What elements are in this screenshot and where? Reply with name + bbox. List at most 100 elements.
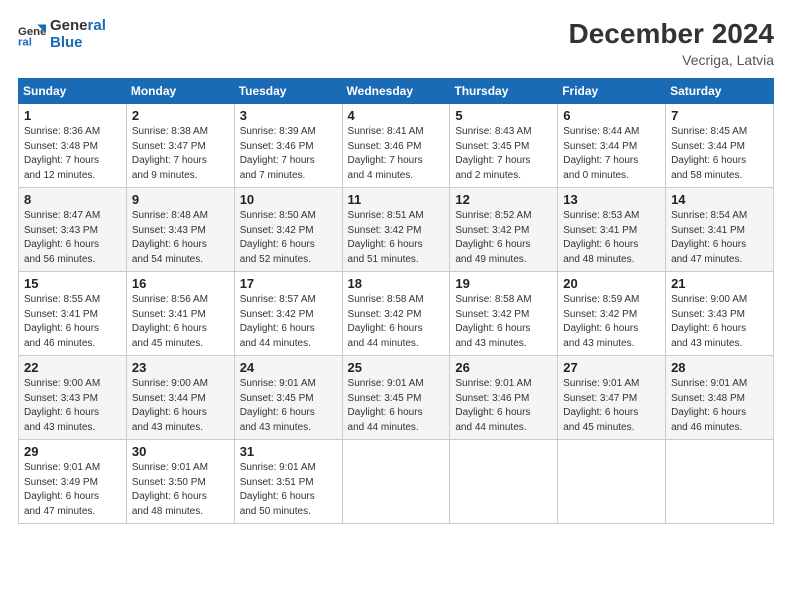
calendar-cell: 6Sunrise: 8:44 AM Sunset: 3:44 PM Daylig… — [558, 104, 666, 188]
day-info: Sunrise: 8:55 AM Sunset: 3:41 PM Dayligh… — [24, 293, 121, 351]
calendar-cell: 21 Sunrise: 9:00 AM Sunset: 3:43 PM Dayli… — [666, 272, 774, 356]
day-number: 22 — [24, 360, 121, 375]
calendar-cell: 11Sunrise: 8:51 AM Sunset: 3:42 PM Dayli… — [342, 188, 450, 272]
calendar-cell: 19 Sunrise: 8:58 AM Sunset: 3:42 PM Dayli… — [450, 272, 558, 356]
day-number: 28 — [671, 360, 768, 375]
day-info: Sunrise: 8:59 AM Sunset: 3:42 PM Dayligh… — [563, 293, 660, 351]
header-saturday: Saturday — [666, 79, 774, 104]
day-info: Sunrise: 9:00 AM Sunset: 3:43 PM Dayligh… — [671, 293, 768, 351]
day-number: 23 — [132, 360, 229, 375]
calendar-cell — [666, 440, 774, 524]
day-number: 20 — [563, 276, 660, 291]
calendar-cell: 25 Sunrise: 9:01 AM Sunset: 3:45 PM Dayli… — [342, 356, 450, 440]
calendar-cell: 3 Sunrise: 8:39 AM Sunset: 3:46 PM Daylig… — [234, 104, 342, 188]
calendar-cell: 5 Sunrise: 8:43 AM Sunset: 3:45 PM Daylig… — [450, 104, 558, 188]
day-info: Sunrise: 9:01 AM Sunset: 3:45 PM Dayligh… — [240, 377, 337, 435]
svg-text:ral: ral — [18, 36, 32, 48]
day-number: 18 — [348, 276, 445, 291]
header-thursday: Thursday — [450, 79, 558, 104]
day-info: Sunrise: 8:45 AM Sunset: 3:44 PM Dayligh… — [671, 125, 768, 183]
calendar-cell: 9Sunrise: 8:48 AM Sunset: 3:43 PM Daylig… — [126, 188, 234, 272]
day-number: 5 — [455, 108, 552, 123]
day-number: 24 — [240, 360, 337, 375]
day-info: Sunrise: 8:47 AM Sunset: 3:43 PM Dayligh… — [24, 209, 121, 267]
day-info: Sunrise: 9:01 AM Sunset: 3:51 PM Dayligh… — [240, 461, 337, 519]
calendar-cell: 15 Sunrise: 8:55 AM Sunset: 3:41 PM Dayli… — [19, 272, 127, 356]
day-number: 30 — [132, 444, 229, 459]
header-friday: Friday — [558, 79, 666, 104]
day-number: 21 — [671, 276, 768, 291]
calendar-cell: 30 Sunrise: 9:01 AM Sunset: 3:50 PM Dayli… — [126, 440, 234, 524]
day-info: Sunrise: 8:52 AM Sunset: 3:42 PM Dayligh… — [455, 209, 552, 267]
calendar-cell: 28 Sunrise: 9:01 AM Sunset: 3:48 PM Dayli… — [666, 356, 774, 440]
day-info: Sunrise: 8:44 AM Sunset: 3:44 PM Dayligh… — [563, 125, 660, 183]
day-info: Sunrise: 8:54 AM Sunset: 3:41 PM Dayligh… — [671, 209, 768, 267]
day-info: Sunrise: 8:43 AM Sunset: 3:45 PM Dayligh… — [455, 125, 552, 183]
day-info: Sunrise: 8:57 AM Sunset: 3:42 PM Dayligh… — [240, 293, 337, 351]
calendar-week-row: 1Sunrise: 8:36 AM Sunset: 3:48 PM Daylig… — [19, 104, 774, 188]
calendar-week-row: 15 Sunrise: 8:55 AM Sunset: 3:41 PM Dayli… — [19, 272, 774, 356]
day-number: 29 — [24, 444, 121, 459]
day-info: Sunrise: 9:01 AM Sunset: 3:45 PM Dayligh… — [348, 377, 445, 435]
day-number: 3 — [240, 108, 337, 123]
calendar-cell: 10 Sunrise: 8:50 AM Sunset: 3:42 PM Dayli… — [234, 188, 342, 272]
day-info: Sunrise: 8:38 AM Sunset: 3:47 PM Dayligh… — [132, 125, 229, 183]
calendar-cell: 12 Sunrise: 8:52 AM Sunset: 3:42 PM Dayli… — [450, 188, 558, 272]
day-info: Sunrise: 8:50 AM Sunset: 3:42 PM Dayligh… — [240, 209, 337, 267]
day-info: Sunrise: 8:53 AM Sunset: 3:41 PM Dayligh… — [563, 209, 660, 267]
day-number: 7 — [671, 108, 768, 123]
calendar-table: Sunday Monday Tuesday Wednesday Thursday… — [18, 78, 774, 524]
calendar-cell — [342, 440, 450, 524]
calendar-week-row: 29 Sunrise: 9:01 AM Sunset: 3:49 PM Dayli… — [19, 440, 774, 524]
calendar-cell: 14 Sunrise: 8:54 AM Sunset: 3:41 PM Dayli… — [666, 188, 774, 272]
page-header: Gene ral GeneralBlue December 2024 Vecri… — [18, 18, 774, 68]
day-number: 12 — [455, 192, 552, 207]
logo-text: GeneralBlue — [50, 18, 106, 51]
day-info: Sunrise: 8:39 AM Sunset: 3:46 PM Dayligh… — [240, 125, 337, 183]
calendar-cell: 23 Sunrise: 9:00 AM Sunset: 3:44 PM Dayli… — [126, 356, 234, 440]
calendar-cell: 31 Sunrise: 9:01 AM Sunset: 3:51 PM Dayli… — [234, 440, 342, 524]
subtitle: Vecriga, Latvia — [569, 52, 774, 68]
day-info: Sunrise: 8:58 AM Sunset: 3:42 PM Dayligh… — [455, 293, 552, 351]
day-number: 10 — [240, 192, 337, 207]
day-info: Sunrise: 8:36 AM Sunset: 3:48 PM Dayligh… — [24, 125, 121, 183]
calendar-cell: 13 Sunrise: 8:53 AM Sunset: 3:41 PM Dayli… — [558, 188, 666, 272]
calendar-cell: 24 Sunrise: 9:01 AM Sunset: 3:45 PM Dayli… — [234, 356, 342, 440]
calendar-cell: 1Sunrise: 8:36 AM Sunset: 3:48 PM Daylig… — [19, 104, 127, 188]
day-info: Sunrise: 9:01 AM Sunset: 3:47 PM Dayligh… — [563, 377, 660, 435]
calendar-cell: 4 Sunrise: 8:41 AM Sunset: 3:46 PM Daylig… — [342, 104, 450, 188]
main-title: December 2024 — [569, 18, 774, 50]
day-number: 14 — [671, 192, 768, 207]
day-number: 26 — [455, 360, 552, 375]
header-wednesday: Wednesday — [342, 79, 450, 104]
day-info: Sunrise: 8:41 AM Sunset: 3:46 PM Dayligh… — [348, 125, 445, 183]
day-info: Sunrise: 9:01 AM Sunset: 3:48 PM Dayligh… — [671, 377, 768, 435]
header-sunday: Sunday — [19, 79, 127, 104]
day-number: 4 — [348, 108, 445, 123]
calendar-cell: 2 Sunrise: 8:38 AM Sunset: 3:47 PM Daylig… — [126, 104, 234, 188]
day-number: 16 — [132, 276, 229, 291]
calendar-cell: 18Sunrise: 8:58 AM Sunset: 3:42 PM Dayli… — [342, 272, 450, 356]
day-info: Sunrise: 8:56 AM Sunset: 3:41 PM Dayligh… — [132, 293, 229, 351]
calendar-cell: 29 Sunrise: 9:01 AM Sunset: 3:49 PM Dayli… — [19, 440, 127, 524]
header-tuesday: Tuesday — [234, 79, 342, 104]
day-info: Sunrise: 9:01 AM Sunset: 3:50 PM Dayligh… — [132, 461, 229, 519]
day-number: 2 — [132, 108, 229, 123]
day-number: 8 — [24, 192, 121, 207]
day-info: Sunrise: 9:01 AM Sunset: 3:49 PM Dayligh… — [24, 461, 121, 519]
day-number: 25 — [348, 360, 445, 375]
calendar-cell: 7 Sunrise: 8:45 AM Sunset: 3:44 PM Daylig… — [666, 104, 774, 188]
calendar-cell: 26Sunrise: 9:01 AM Sunset: 3:46 PM Dayli… — [450, 356, 558, 440]
day-info: Sunrise: 9:00 AM Sunset: 3:44 PM Dayligh… — [132, 377, 229, 435]
calendar-cell: 8 Sunrise: 8:47 AM Sunset: 3:43 PM Daylig… — [19, 188, 127, 272]
day-number: 15 — [24, 276, 121, 291]
day-number: 19 — [455, 276, 552, 291]
calendar-cell: 22Sunrise: 9:00 AM Sunset: 3:43 PM Dayli… — [19, 356, 127, 440]
day-number: 11 — [348, 192, 445, 207]
day-info: Sunrise: 8:48 AM Sunset: 3:43 PM Dayligh… — [132, 209, 229, 267]
calendar-header-row: Sunday Monday Tuesday Wednesday Thursday… — [19, 79, 774, 104]
header-monday: Monday — [126, 79, 234, 104]
day-number: 13 — [563, 192, 660, 207]
day-number: 31 — [240, 444, 337, 459]
calendar-cell: 27Sunrise: 9:01 AM Sunset: 3:47 PM Dayli… — [558, 356, 666, 440]
